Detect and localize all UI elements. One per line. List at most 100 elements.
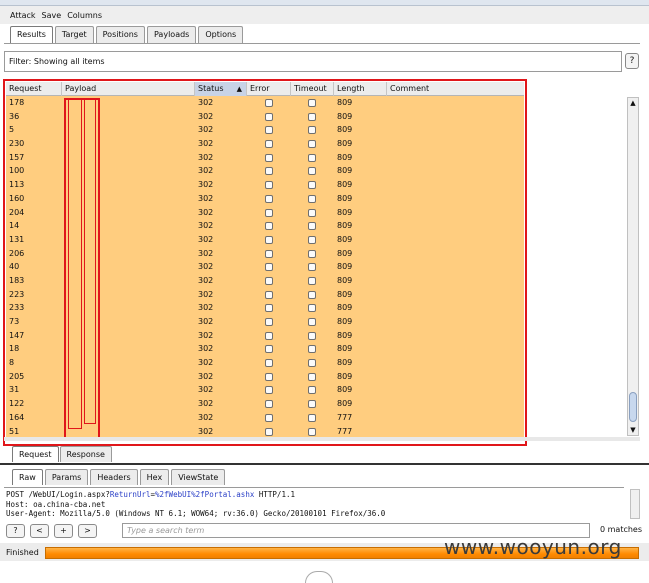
scroll-thumb[interactable] bbox=[629, 392, 637, 422]
error-checkbox[interactable] bbox=[265, 126, 273, 135]
timeout-checkbox[interactable] bbox=[308, 112, 316, 121]
timeout-checkbox[interactable] bbox=[308, 249, 316, 258]
error-checkbox[interactable] bbox=[265, 194, 273, 203]
error-checkbox[interactable] bbox=[265, 99, 273, 107]
timeout-checkbox[interactable] bbox=[308, 181, 316, 190]
search-add-button[interactable]: + bbox=[54, 524, 73, 538]
scroll-down-icon[interactable]: ▼ bbox=[628, 425, 638, 435]
raw-request-text[interactable]: POST /WebUI/Login.aspx?ReturnUrl=%2fWebU… bbox=[4, 487, 624, 521]
error-checkbox[interactable] bbox=[265, 413, 273, 422]
timeout-checkbox[interactable] bbox=[308, 304, 316, 313]
error-checkbox[interactable] bbox=[265, 359, 273, 368]
watermark-text: www.wooyun.org bbox=[444, 535, 622, 559]
timeout-checkbox[interactable] bbox=[308, 345, 316, 354]
timeout-checkbox[interactable] bbox=[308, 208, 316, 217]
cell-request: 157 bbox=[9, 152, 25, 162]
error-checkbox[interactable] bbox=[265, 276, 273, 285]
search-controls: ? < + > bbox=[6, 523, 97, 539]
request-scrollbar[interactable] bbox=[630, 489, 640, 519]
error-checkbox[interactable] bbox=[265, 235, 273, 244]
menu-attack[interactable]: Attack bbox=[10, 11, 36, 20]
error-checkbox[interactable] bbox=[265, 208, 273, 217]
tab-payloads[interactable]: Payloads bbox=[146, 26, 197, 43]
error-checkbox[interactable] bbox=[265, 400, 273, 409]
col-timeout[interactable]: Timeout bbox=[291, 82, 334, 96]
col-status-label: Status bbox=[198, 84, 224, 93]
timeout-checkbox[interactable] bbox=[308, 427, 316, 436]
timeout-checkbox[interactable] bbox=[308, 140, 316, 149]
search-next-button[interactable]: > bbox=[78, 524, 97, 538]
error-checkbox[interactable] bbox=[265, 181, 273, 190]
timeout-checkbox[interactable] bbox=[308, 99, 316, 107]
tab-response[interactable]: Response bbox=[59, 446, 112, 462]
help-button[interactable]: ? bbox=[625, 53, 639, 69]
error-checkbox[interactable] bbox=[265, 318, 273, 326]
tab-results[interactable]: Results bbox=[10, 26, 53, 43]
error-checkbox[interactable] bbox=[265, 167, 273, 176]
menu-save[interactable]: Save bbox=[42, 11, 62, 20]
error-checkbox[interactable] bbox=[265, 140, 273, 149]
pane-splitter[interactable] bbox=[4, 437, 640, 441]
error-checkbox[interactable] bbox=[265, 331, 273, 340]
tab-options[interactable]: Options bbox=[198, 26, 244, 43]
timeout-checkbox[interactable] bbox=[308, 222, 316, 231]
timeout-checkbox[interactable] bbox=[308, 194, 316, 203]
tab-target[interactable]: Target bbox=[54, 26, 94, 43]
tab-request[interactable]: Request bbox=[12, 446, 59, 462]
col-comment[interactable]: Comment bbox=[387, 82, 524, 96]
tab-headers[interactable]: Headers bbox=[90, 469, 138, 485]
table-header: Request Payload Status ▲ Error Timeout L… bbox=[6, 82, 524, 96]
timeout-checkbox[interactable] bbox=[308, 235, 316, 244]
tab-viewstate[interactable]: ViewState bbox=[171, 469, 226, 485]
cell-length: 809 bbox=[337, 371, 353, 381]
timeout-checkbox[interactable] bbox=[308, 413, 316, 422]
tab-positions[interactable]: Positions bbox=[95, 26, 145, 43]
error-checkbox[interactable] bbox=[265, 222, 273, 231]
cell-status: 302 bbox=[198, 303, 214, 313]
col-length[interactable]: Length bbox=[334, 82, 387, 96]
timeout-checkbox[interactable] bbox=[308, 318, 316, 326]
timeout-checkbox[interactable] bbox=[308, 372, 316, 381]
timeout-checkbox[interactable] bbox=[308, 153, 316, 162]
cell-length: 809 bbox=[337, 221, 353, 231]
error-checkbox[interactable] bbox=[265, 386, 273, 395]
timeout-checkbox[interactable] bbox=[308, 400, 316, 409]
search-help-button[interactable]: ? bbox=[6, 524, 25, 538]
filter-bar[interactable]: Filter: Showing all items bbox=[4, 51, 622, 72]
cell-status: 302 bbox=[198, 125, 214, 135]
error-checkbox[interactable] bbox=[265, 290, 273, 299]
timeout-checkbox[interactable] bbox=[308, 263, 316, 272]
timeout-checkbox[interactable] bbox=[308, 359, 316, 368]
timeout-checkbox[interactable] bbox=[308, 167, 316, 176]
cell-length: 809 bbox=[337, 166, 353, 176]
timeout-checkbox[interactable] bbox=[308, 290, 316, 299]
error-checkbox[interactable] bbox=[265, 263, 273, 272]
menu-bar: Attack Save Columns bbox=[0, 6, 649, 24]
error-checkbox[interactable] bbox=[265, 427, 273, 436]
error-checkbox[interactable] bbox=[265, 372, 273, 381]
cell-request: 164 bbox=[9, 412, 25, 422]
col-request[interactable]: Request bbox=[6, 82, 62, 96]
cell-status: 302 bbox=[198, 412, 214, 422]
scroll-up-icon[interactable]: ▲ bbox=[628, 98, 638, 108]
timeout-checkbox[interactable] bbox=[308, 331, 316, 340]
table-vertical-scrollbar[interactable]: ▲ ▼ bbox=[627, 97, 639, 436]
error-checkbox[interactable] bbox=[265, 345, 273, 354]
timeout-checkbox[interactable] bbox=[308, 386, 316, 395]
search-prev-button[interactable]: < bbox=[30, 524, 49, 538]
timeout-checkbox[interactable] bbox=[308, 126, 316, 135]
tab-params[interactable]: Params bbox=[44, 469, 89, 485]
menu-columns[interactable]: Columns bbox=[67, 11, 102, 20]
tab-hex[interactable]: Hex bbox=[139, 469, 170, 485]
error-checkbox[interactable] bbox=[265, 304, 273, 313]
error-checkbox[interactable] bbox=[265, 112, 273, 121]
col-error[interactable]: Error bbox=[247, 82, 291, 96]
error-checkbox[interactable] bbox=[265, 153, 273, 162]
tab-raw[interactable]: Raw bbox=[12, 469, 43, 485]
col-status[interactable]: Status ▲ bbox=[195, 82, 247, 96]
cell-length: 809 bbox=[337, 303, 353, 313]
col-payload[interactable]: Payload bbox=[62, 82, 195, 96]
cell-request: 100 bbox=[9, 166, 25, 176]
timeout-checkbox[interactable] bbox=[308, 276, 316, 285]
error-checkbox[interactable] bbox=[265, 249, 273, 258]
